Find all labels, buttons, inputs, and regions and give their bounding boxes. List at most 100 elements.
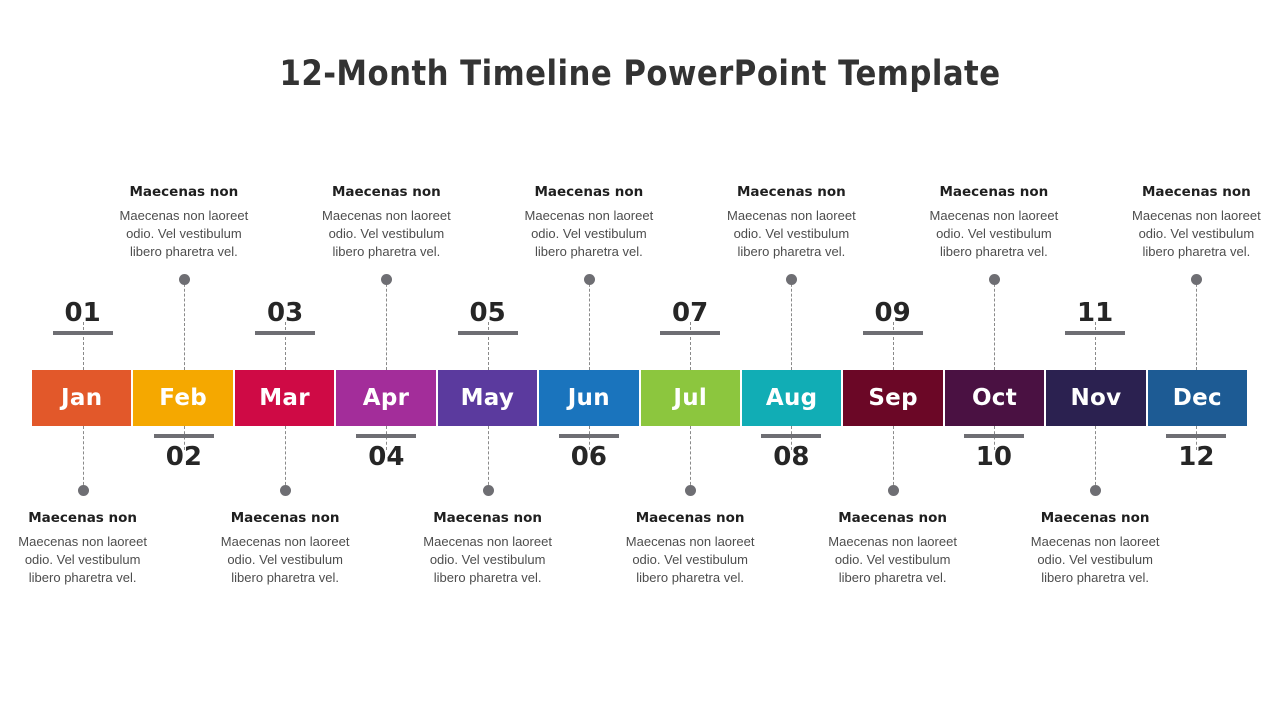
milestone-number-10[interactable]: 10: [934, 434, 1054, 472]
month-segment-dec[interactable]: Dec: [1147, 370, 1248, 426]
milestone-text-block-09: Maecenas non Maecenas non laoreet odio. V…: [818, 510, 968, 587]
connector-line-down-11: [1095, 426, 1097, 490]
connector-line-up-06: [588, 279, 590, 370]
connector-line-down-05: [487, 426, 489, 490]
milestone-number-label: 03: [267, 298, 304, 328]
connector-line-down-07: [690, 426, 692, 490]
month-segment-jan[interactable]: Jan: [32, 370, 132, 426]
connector-dot-11: [1090, 485, 1102, 496]
milestone-text-title: Maecenas non: [838, 510, 948, 526]
milestone-number-07[interactable]: 07: [630, 298, 750, 335]
milestone-text-block-04: Maecenas non Maecenas non laoreet odio. V…: [311, 184, 461, 261]
month-label: Sep: [868, 385, 918, 411]
milestone-number-label: 06: [570, 442, 607, 472]
milestone-number-08[interactable]: 08: [731, 434, 851, 472]
month-label: Aug: [765, 385, 818, 411]
milestone-number-label: 01: [64, 298, 101, 328]
month-label: May: [460, 385, 515, 411]
milestone-number-label: 04: [368, 442, 405, 472]
milestone-text-title: Maecenas non: [230, 510, 340, 526]
milestone-text-body: Maecenas non laoreet odio. Vel vestibulu…: [727, 208, 856, 259]
milestone-text-title: Maecenas non: [129, 184, 239, 200]
milestone-text-title: Maecenas non: [28, 510, 138, 526]
month-label: Jul: [673, 385, 708, 411]
milestone-text-block-06: Maecenas non Maecenas non laoreet odio. V…: [514, 184, 664, 261]
month-segment-nov[interactable]: Nov: [1046, 370, 1146, 426]
milestone-text-block-10: Maecenas non Maecenas non laoreet odio. V…: [919, 184, 1069, 261]
milestone-number-02[interactable]: 02: [124, 434, 244, 472]
month-segment-apr[interactable]: Apr: [336, 370, 436, 426]
milestone-text-body: Maecenas non laoreet odio. Vel vestibulu…: [119, 208, 249, 259]
month-segment-sep[interactable]: Sep: [843, 370, 943, 426]
month-segment-may[interactable]: May: [437, 370, 538, 426]
milestone-number-05[interactable]: 05: [428, 298, 548, 335]
milestone-number-06[interactable]: 06: [529, 434, 649, 472]
connector-line-up-10: [993, 279, 995, 370]
month-label: Apr: [362, 385, 410, 411]
milestone-text-body: Maecenas non laoreet odio. Vel vestibulu…: [1132, 208, 1261, 259]
milestone-text-body: Maecenas non laoreet odio. Vel vestibulu…: [625, 534, 755, 585]
milestone-text-title: Maecenas non: [1040, 510, 1150, 526]
connector-line-up-08: [791, 279, 793, 370]
milestone-text-block-03: Maecenas non Maecenas non laoreet odio. V…: [210, 510, 360, 587]
milestone-number-12[interactable]: 12: [1136, 434, 1256, 472]
milestone-number-01[interactable]: 01: [23, 298, 143, 335]
milestone-text-title: Maecenas non: [939, 184, 1049, 200]
milestone-text-body: Maecenas non laoreet odio. Vel vestibulu…: [929, 208, 1059, 259]
milestone-number-label: 10: [975, 442, 1012, 472]
month-segment-mar[interactable]: Mar: [234, 370, 335, 426]
milestone-text-body: Maecenas non laoreet odio. Vel vestibulu…: [828, 534, 957, 585]
month-label: Nov: [1070, 385, 1122, 411]
timeline-bar: Jan Feb Mar Apr May Jun Jul Aug Sep Oct Nov Dec: [32, 370, 1248, 426]
connector-dot-01: [77, 485, 89, 496]
connector-line-down-03: [285, 426, 287, 490]
milestone-underline: [356, 434, 417, 438]
milestone-text-block-05: Maecenas non Maecenas non laoreet odio. V…: [413, 510, 563, 587]
milestone-underline: [558, 434, 619, 438]
page-title: 12-Month Timeline PowerPoint Template: [279, 54, 1001, 94]
milestone-underline: [1065, 331, 1126, 335]
milestone-text-title: Maecenas non: [1141, 184, 1251, 200]
milestone-number-11[interactable]: 11: [1035, 298, 1155, 335]
milestone-text-body: Maecenas non laoreet odio. Vel vestibulu…: [220, 534, 350, 585]
connector-line-up-04: [386, 279, 388, 370]
connector-dot-10: [988, 274, 1000, 285]
milestone-text-body: Maecenas non laoreet odio. Vel vestibulu…: [322, 208, 451, 259]
milestone-number-04[interactable]: 04: [326, 434, 446, 472]
milestone-number-label: 02: [165, 442, 202, 472]
milestone-number-label: 08: [773, 442, 810, 472]
milestone-text-block-12: Maecenas non Maecenas non laoreet odio. V…: [1121, 184, 1271, 261]
milestone-text-title: Maecenas non: [635, 510, 745, 526]
connector-dot-04: [381, 274, 393, 285]
milestone-number-label: 12: [1178, 442, 1215, 472]
month-label: Jun: [567, 385, 610, 411]
month-segment-aug[interactable]: Aug: [741, 370, 842, 426]
month-label: Feb: [159, 385, 207, 411]
milestone-underline: [1166, 434, 1227, 438]
milestone-text-block-01: Maecenas non Maecenas non laoreet odio. V…: [8, 510, 158, 587]
month-label: Jan: [61, 385, 103, 411]
month-segment-jul[interactable]: Jul: [640, 370, 740, 426]
connector-dot-07: [685, 485, 697, 496]
connector-line-down-01: [82, 426, 84, 490]
connector-dot-06: [583, 274, 595, 285]
milestone-underline: [660, 331, 721, 335]
milestone-underline: [963, 434, 1024, 438]
month-label: Mar: [259, 385, 310, 411]
connector-dot-08: [786, 274, 798, 285]
milestone-underline: [862, 331, 923, 335]
milestone-text-block-08: Maecenas non Maecenas non laoreet odio. V…: [716, 184, 866, 261]
month-segment-oct[interactable]: Oct: [944, 370, 1045, 426]
milestone-underline: [255, 331, 316, 335]
connector-line-up-02: [183, 279, 185, 370]
month-segment-jun[interactable]: Jun: [539, 370, 639, 426]
milestone-text-block-02: Maecenas non Maecenas non laoreet odio. V…: [109, 184, 259, 261]
month-segment-feb[interactable]: Feb: [133, 370, 233, 426]
milestone-text-title: Maecenas non: [736, 184, 846, 200]
milestone-number-09[interactable]: 09: [833, 298, 953, 335]
milestone-number-03[interactable]: 03: [225, 298, 345, 335]
milestone-text-body: Maecenas non laoreet odio. Vel vestibulu…: [423, 534, 552, 585]
connector-dot-03: [280, 485, 292, 496]
milestone-number-label: 09: [874, 298, 911, 328]
connector-dot-12: [1191, 274, 1203, 285]
